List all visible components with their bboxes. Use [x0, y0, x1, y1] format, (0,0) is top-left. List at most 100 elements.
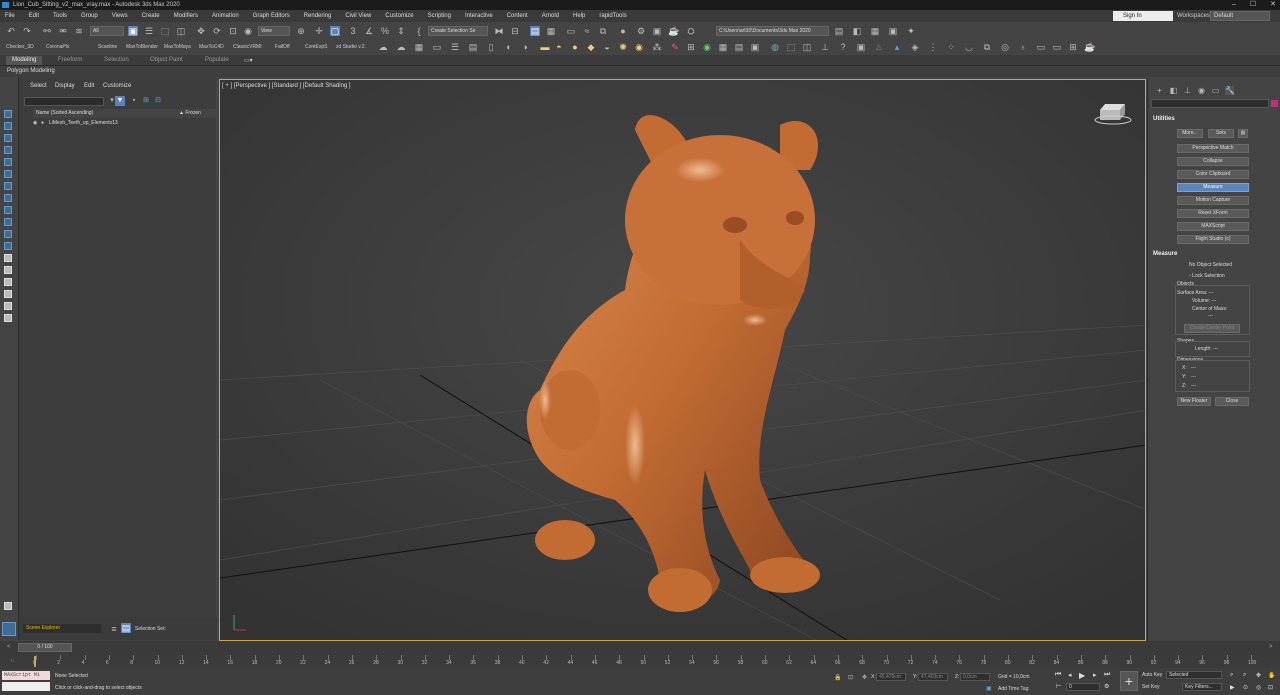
time-slider-left-arrow[interactable]: < — [7, 644, 11, 650]
layer-toggle-icon[interactable]: ⊟ — [153, 96, 163, 106]
script-tool-icon[interactable]: ▣ — [888, 26, 898, 36]
viewport-perspective[interactable]: [ + ] [Perspective ] [Standard ] [Defaul… — [219, 79, 1146, 641]
ribbon-options-icon[interactable]: ▭▾ — [244, 57, 253, 64]
spline-icon[interactable]: ◡ — [964, 42, 974, 52]
object-color-swatch[interactable] — [1271, 100, 1278, 107]
expand-arrow-icon[interactable] — [4, 602, 12, 610]
close-window-button[interactable]: ✕ — [1270, 0, 1276, 10]
modify-tab-icon[interactable]: ◧ — [1169, 86, 1178, 95]
tab-object-paint[interactable]: Object Paint — [150, 57, 183, 63]
display-xrefs-icon[interactable] — [4, 206, 12, 214]
lock-selection-icon[interactable]: 🔒 — [834, 674, 841, 681]
field-of-view-icon[interactable]: ▶ — [1230, 684, 1235, 691]
time-tag-icon[interactable]: ▣ — [986, 685, 992, 692]
sign-in-button[interactable]: Sign In — [1113, 11, 1173, 21]
list-item[interactable]: ◉ ● LiMesh_Teeth_up_Elements13 — [33, 119, 217, 128]
motion-tab-icon[interactable]: ◉ — [1197, 86, 1206, 95]
isolate-icon[interactable]: ⊡ — [848, 674, 853, 681]
column-header[interactable]: Name (Sorted Ascending) ▲ Frozen — [33, 109, 217, 118]
target-icon[interactable]: ◎ — [1000, 42, 1010, 52]
light-sphere-icon[interactable]: ● — [570, 42, 580, 52]
edit-named-selection-icon[interactable]: { — [414, 26, 424, 36]
go-to-end-icon[interactable]: ⏭ — [1104, 671, 1110, 679]
snaps-toggle-icon[interactable]: 3 — [348, 26, 358, 36]
utility-flight-studio[interactable]: Flight Studio (c) — [1177, 235, 1249, 244]
configure-sets-icon[interactable]: ▤ — [1238, 129, 1248, 138]
filter-toggle-icon[interactable]: ▼ — [115, 96, 125, 106]
teapot-icon[interactable]: ☁ — [378, 42, 388, 52]
maximize-button[interactable]: ☐ — [1250, 0, 1256, 10]
render-production-icon[interactable]: ☕ — [668, 26, 679, 36]
auto-key-button[interactable]: Auto Key — [1142, 672, 1162, 678]
previous-frame-icon[interactable]: ◂ — [1068, 671, 1072, 679]
material-editor-icon[interactable]: ● — [618, 26, 628, 36]
place-icon[interactable]: ◉ — [243, 26, 253, 36]
rotate-icon[interactable]: ⟳ — [212, 26, 222, 36]
ribbon-toggle-icon[interactable]: ▭ — [566, 26, 576, 36]
display-tab-icon[interactable]: ▭ — [1211, 86, 1220, 95]
reference-coordinate-dropdown[interactable]: View — [258, 26, 290, 36]
unlink-icon[interactable]: ⚮ — [58, 26, 68, 36]
menu-scripting[interactable]: Scripting — [428, 13, 451, 19]
plugin-coronapix[interactable]: CoronaPlx — [46, 44, 69, 50]
move-icon[interactable]: ✥ — [196, 26, 206, 36]
spinner-snap-icon[interactable]: ⇕ — [396, 26, 406, 36]
window-icon[interactable]: ⊞ — [1068, 42, 1078, 52]
hierarchy-tab-icon[interactable]: ⊥ — [1183, 86, 1192, 95]
display-spacewarps-icon[interactable] — [4, 182, 12, 190]
render-region-icon[interactable]: ⬚ — [786, 42, 796, 52]
track-bar[interactable]: ↑↓ 0246810121416182022242628303234363840… — [0, 655, 1280, 668]
pan-icon[interactable]: ✋ — [1268, 672, 1275, 679]
select-manipulate-icon[interactable]: ✛ — [314, 26, 324, 36]
menu-animation[interactable]: Animation — [212, 13, 239, 19]
proxy-icon[interactable]: ⁂ — [652, 42, 662, 52]
named-selection-set-dropdown[interactable]: Create Selection Se — [428, 26, 488, 36]
angle-snap-icon[interactable]: ∡ — [364, 26, 374, 36]
selection-filter-dropdown[interactable]: All — [90, 26, 124, 36]
menu-edit[interactable]: Edit — [29, 13, 39, 19]
menu-civil-view[interactable]: Civil View — [345, 13, 371, 19]
selected-dropdown[interactable]: Selected — [1166, 671, 1222, 679]
set-key-button[interactable]: Set Key — [1142, 684, 1160, 690]
display-hidden-icon[interactable] — [4, 254, 12, 262]
menu-content[interactable]: Content — [507, 13, 528, 19]
light-ambient-icon[interactable]: ◉ — [634, 42, 644, 52]
render-globe-icon[interactable]: ◍ — [770, 42, 780, 52]
utilities-rollout-header[interactable]: Utilities — [1153, 115, 1276, 124]
key-filters-button[interactable]: Key Filters... — [1182, 683, 1222, 691]
time-config-icon[interactable]: ⚙ — [1104, 683, 1109, 690]
scene-search-input[interactable] — [24, 97, 104, 106]
file-icon[interactable]: ▤ — [468, 42, 478, 52]
menu-group[interactable]: Group — [81, 13, 98, 19]
create-tab-icon[interactable]: + — [1155, 86, 1164, 95]
current-frame-field[interactable]: 0 — [1066, 683, 1100, 691]
lightbulb-icon[interactable]: ♁ — [1018, 42, 1028, 52]
minimize-button[interactable]: – — [1232, 0, 1236, 10]
menu-interactive[interactable]: Interactive — [465, 13, 493, 19]
light-dome-icon[interactable]: ◓ — [554, 42, 564, 52]
keyboard-shortcut-override-icon[interactable]: ▢ — [330, 26, 340, 36]
go-to-start-icon[interactable]: ⏮ — [1055, 671, 1061, 679]
display-containers-icon[interactable] — [4, 230, 12, 238]
plugin-checker-3d[interactable]: Checker_3D — [6, 44, 34, 50]
curve-editor-icon[interactable]: ≈ — [582, 26, 592, 36]
display-none-icon[interactable] — [4, 110, 12, 118]
pivot-center-icon[interactable]: ⊕ — [296, 26, 306, 36]
set-project-icon[interactable]: ◧ — [852, 26, 862, 36]
box-icon[interactable]: ▭ — [432, 42, 442, 52]
layer-explorer-icon[interactable]: ▦ — [546, 26, 556, 36]
new-floater-button[interactable]: New Floater — [1177, 397, 1211, 406]
lock-icon[interactable] — [4, 314, 12, 322]
render-last-icon[interactable]: ◫ — [802, 42, 812, 52]
display-lights-icon[interactable] — [4, 146, 12, 154]
y-coordinate-field[interactable]: 47,403cm — [918, 673, 948, 681]
menu-help[interactable]: Help — [573, 13, 585, 19]
frame-icon[interactable]: ▭ — [1036, 42, 1046, 52]
utility-maxscript[interactable]: MAXScript — [1177, 222, 1249, 231]
scene-explorer-name-field[interactable]: Scene Explorer — [23, 624, 101, 633]
display-frozen-icon[interactable] — [4, 242, 12, 250]
toggle-viewport-icon[interactable]: ⊡ — [1268, 684, 1273, 691]
x-coordinate-field[interactable]: 45,479cm — [876, 673, 906, 681]
light-sun-icon[interactable]: ✺ — [618, 42, 628, 52]
sphere-fade-icon[interactable]: ◉ — [702, 42, 712, 52]
